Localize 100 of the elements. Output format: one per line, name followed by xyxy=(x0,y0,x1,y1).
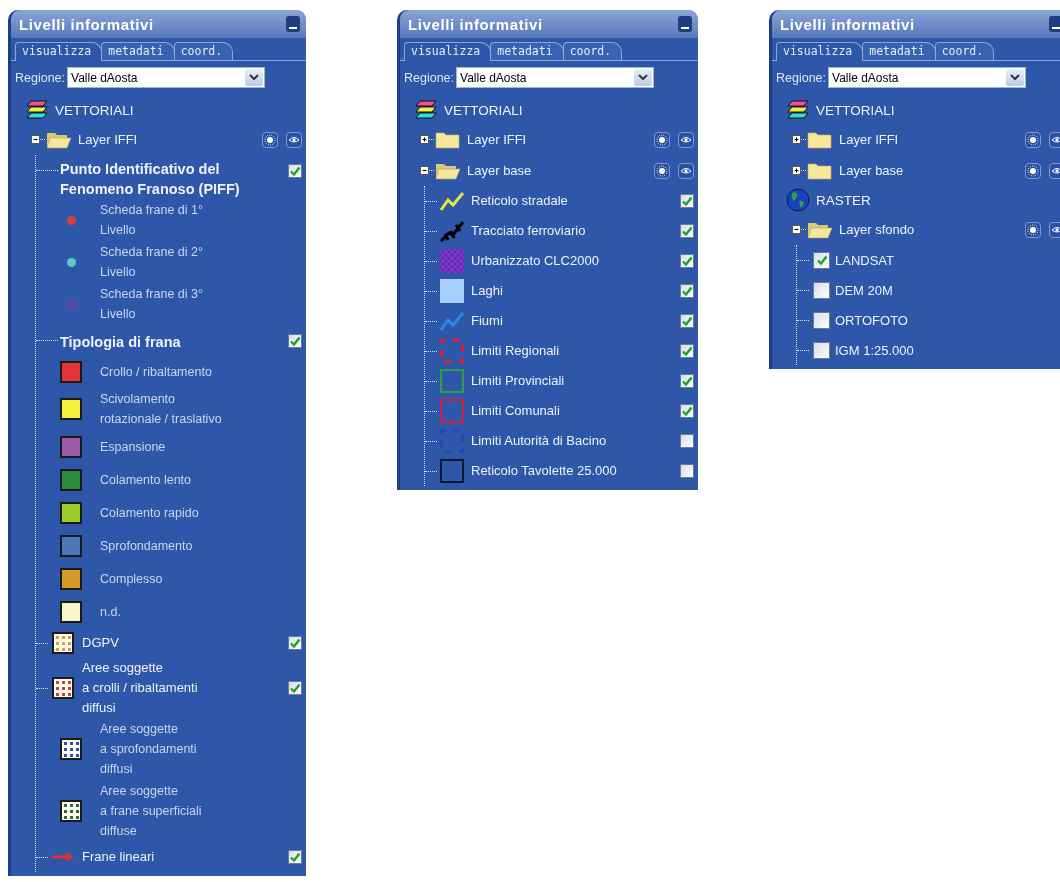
layer-label: DEM 20M xyxy=(835,282,893,298)
folder-label[interactable]: Layer IFFI xyxy=(839,132,1017,147)
minus-icon xyxy=(421,167,428,174)
sun-icon[interactable] xyxy=(1025,131,1041,148)
folder-label[interactable]: Layer IFFI xyxy=(78,132,254,147)
checkbox[interactable] xyxy=(813,251,830,269)
layer-label: Tracciato ferroviario xyxy=(471,222,587,240)
checkbox[interactable] xyxy=(680,224,694,238)
dotted-swatch-icon xyxy=(52,677,74,699)
checkbox[interactable] xyxy=(288,636,302,650)
legend-label: n.d. xyxy=(100,603,121,621)
eye-icon[interactable] xyxy=(1049,162,1060,179)
legend-label: Scheda frane di 3° Livello xyxy=(100,286,203,323)
region-dropdown[interactable]: Valle dAosta xyxy=(456,67,655,88)
tab[interactable]: visualizza xyxy=(404,42,492,61)
legend-label: Scivolamento rotazionale / traslativo xyxy=(100,391,222,428)
tab[interactable]: metadati xyxy=(862,42,936,60)
eye-icon[interactable] xyxy=(1049,221,1060,238)
checkbox[interactable] xyxy=(813,341,830,359)
layer-label: Laghi xyxy=(471,282,504,300)
tab[interactable]: metadati xyxy=(490,42,564,60)
checkbox[interactable] xyxy=(680,314,694,328)
railway-line-icon xyxy=(439,219,465,243)
collapse-button[interactable] xyxy=(31,135,40,144)
checkbox[interactable] xyxy=(288,850,302,864)
dot-icon xyxy=(66,215,76,225)
eye-icon[interactable] xyxy=(678,131,694,148)
arrow-icon xyxy=(51,852,75,862)
section-heading: Punto Identificativo del Fenomeno Franoso (PIFF) xyxy=(60,160,241,199)
legend-label: Complesso xyxy=(100,570,163,588)
checkbox[interactable] xyxy=(680,404,694,418)
hatched-swatch-icon xyxy=(440,249,464,273)
collapse-button[interactable] xyxy=(792,225,801,234)
checkbox[interactable] xyxy=(680,464,694,478)
minimize-button[interactable] xyxy=(678,16,692,32)
folder-label[interactable]: Layer base xyxy=(467,163,646,178)
sun-icon[interactable] xyxy=(262,131,278,148)
folder-icon xyxy=(807,160,833,181)
eye-icon[interactable] xyxy=(1049,131,1060,148)
sun-icon[interactable] xyxy=(1025,162,1041,179)
checkbox[interactable] xyxy=(813,311,830,329)
zigzag-line-icon xyxy=(439,190,465,212)
checkbox[interactable] xyxy=(680,254,694,268)
color-swatch-icon xyxy=(440,279,464,303)
folder-label[interactable]: Layer IFFI xyxy=(467,132,646,147)
region-dropdown[interactable]: Valle dAosta xyxy=(828,67,1027,88)
globe-icon xyxy=(786,188,810,212)
field-label: Regione: xyxy=(776,70,827,85)
checkbox[interactable] xyxy=(680,374,694,388)
panel-title: Livelli informativi xyxy=(408,15,543,33)
folder-icon xyxy=(807,129,833,150)
checkbox[interactable] xyxy=(680,284,694,298)
sun-icon[interactable] xyxy=(654,162,670,179)
legend-label: Scheda frane di 2° Livello xyxy=(100,244,203,281)
layer-label: ORTOFOTO xyxy=(835,312,908,328)
checkbox[interactable] xyxy=(680,434,694,448)
layer-label: DGPV xyxy=(82,634,120,652)
eye-icon[interactable] xyxy=(286,131,302,148)
layers-icon xyxy=(414,100,438,120)
folder-icon xyxy=(435,129,461,150)
dotted-swatch-icon xyxy=(60,738,82,760)
legend-label: Colamento rapido xyxy=(100,504,199,522)
minus-icon xyxy=(32,136,39,143)
checkbox[interactable] xyxy=(288,681,302,695)
dot-icon xyxy=(66,299,76,309)
plus-icon xyxy=(421,136,428,143)
tab[interactable]: metadati xyxy=(101,42,175,60)
legend-label: Aree soggette a frane superficiali diffuse xyxy=(100,783,202,840)
tab[interactable]: coord. xyxy=(173,42,234,60)
sun-icon[interactable] xyxy=(654,131,670,148)
minimize-button[interactable] xyxy=(1049,16,1060,32)
checkbox[interactable] xyxy=(680,344,694,358)
layer-label: Frane lineari xyxy=(82,848,156,866)
minimize-icon xyxy=(1052,26,1060,29)
zigzag-line-icon xyxy=(439,310,465,332)
tab[interactable]: visualizza xyxy=(15,42,103,61)
checkbox[interactable] xyxy=(288,334,302,348)
tab[interactable]: visualizza xyxy=(776,42,864,61)
expand-button[interactable] xyxy=(420,135,429,144)
dotted-swatch-icon xyxy=(60,800,82,822)
outline-square-icon xyxy=(440,369,464,393)
color-swatch-icon xyxy=(60,398,82,420)
checkbox[interactable] xyxy=(813,281,830,299)
layers-icon xyxy=(25,100,49,120)
color-swatch-icon xyxy=(60,534,82,557)
sun-icon[interactable] xyxy=(1025,221,1041,238)
eye-icon[interactable] xyxy=(678,162,694,179)
minimize-button[interactable] xyxy=(286,16,300,32)
layer-label: Limiti Autorità di Bacino xyxy=(471,432,608,450)
collapse-button[interactable] xyxy=(420,166,429,175)
checkbox[interactable] xyxy=(680,194,694,208)
folder-label[interactable]: Layer base xyxy=(839,163,1017,178)
region-dropdown[interactable]: Valle dAosta xyxy=(67,67,266,88)
tab[interactable]: coord. xyxy=(562,42,623,60)
expand-button[interactable] xyxy=(792,166,801,175)
layer-label: Limiti Regionali xyxy=(471,342,561,360)
folder-label[interactable]: Layer sfondo xyxy=(839,222,1017,237)
tab[interactable]: coord. xyxy=(934,42,995,60)
checkbox[interactable] xyxy=(288,164,302,178)
expand-button[interactable] xyxy=(792,135,801,144)
